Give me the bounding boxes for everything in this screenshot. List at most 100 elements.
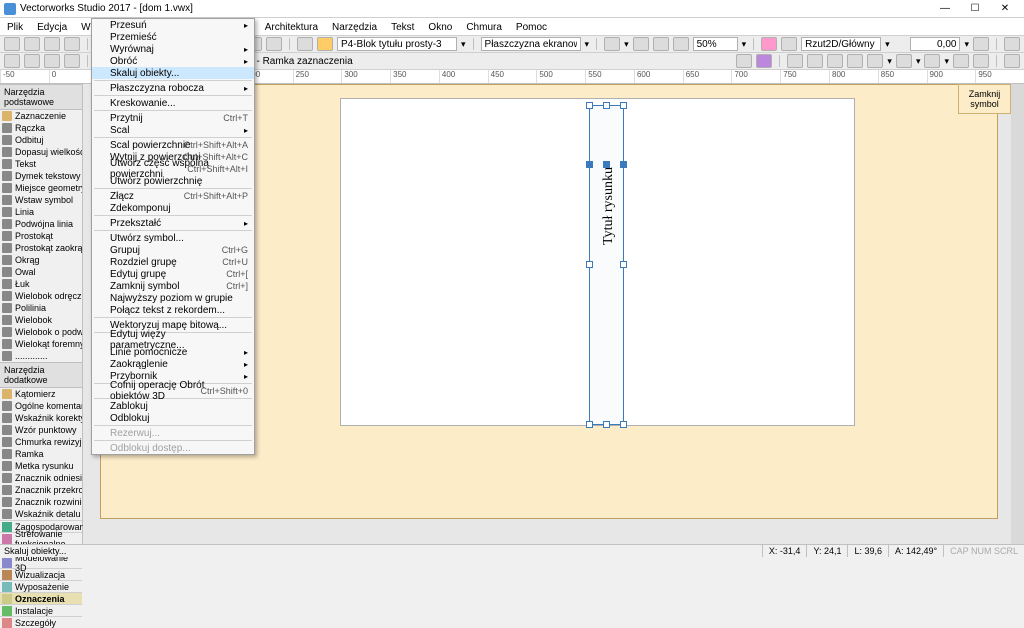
menu-item[interactable]: Przekształć▸ xyxy=(92,217,254,229)
tool-btn[interactable] xyxy=(787,54,803,68)
tool-item[interactable]: Znacznik przekroju/widoku xyxy=(0,484,82,496)
menu-item[interactable]: Płaszczyzna robocza▸ xyxy=(92,82,254,94)
tool-item[interactable]: Zaznaczenie xyxy=(0,110,82,122)
menu-item[interactable]: PrzytnijCtrl+T xyxy=(92,112,254,124)
menu-item[interactable]: Zamknij symbolCtrl+] xyxy=(92,280,254,292)
plane-combo[interactable] xyxy=(481,37,581,51)
document-combo[interactable] xyxy=(337,37,457,51)
menu-item[interactable]: Rozdziel grupęCtrl+U xyxy=(92,256,254,268)
tool-item[interactable]: Wskaźnik detalu xyxy=(0,508,82,520)
tool-item[interactable]: Wstaw symbol xyxy=(0,194,82,206)
tool-item[interactable]: Polilinia xyxy=(0,302,82,314)
tool-btn[interactable] xyxy=(827,54,843,68)
menu-tekst[interactable]: Tekst xyxy=(384,18,421,36)
tool-btn[interactable] xyxy=(24,54,40,68)
menu-plik[interactable]: Plik xyxy=(0,18,30,36)
menu-item[interactable]: Linie pomocnicze▸ xyxy=(92,346,254,358)
tool-item[interactable]: Metka rysunku xyxy=(0,460,82,472)
menu-item[interactable]: GrupujCtrl+G xyxy=(92,244,254,256)
tool-btn[interactable] xyxy=(297,37,313,51)
tool-btn[interactable] xyxy=(761,37,777,51)
tool-item[interactable]: Prostokąt xyxy=(0,230,82,242)
title-block-text[interactable]: Tytuł rysunku xyxy=(601,167,617,245)
maximize-button[interactable]: ☐ xyxy=(960,1,990,17)
tool-item[interactable]: Wzór punktowy xyxy=(0,424,82,436)
tool-btn[interactable] xyxy=(633,37,649,51)
tool-btn[interactable] xyxy=(673,37,689,51)
menu-item[interactable]: Najwyższy poziom w grupie xyxy=(92,292,254,304)
menu-item[interactable]: ZłączCtrl+Shift+Alt+P xyxy=(92,190,254,202)
panel-tab[interactable]: Strefowanie funkcjonalne xyxy=(0,532,82,544)
tool-item[interactable]: Wielokąt foremny xyxy=(0,338,82,350)
menu-item[interactable]: Scal▸ xyxy=(92,124,254,136)
tool-btn[interactable] xyxy=(4,37,20,51)
tool-item[interactable]: Tekst xyxy=(0,158,82,170)
tool-item[interactable]: Wskaźnik korekty xyxy=(0,412,82,424)
tool-btn[interactable] xyxy=(24,37,40,51)
tool-btn[interactable] xyxy=(266,37,282,51)
menu-item[interactable]: Scal powierzchnieCtrl+Shift+Alt+A xyxy=(92,139,254,151)
angle-input[interactable] xyxy=(910,37,960,51)
tool-btn[interactable] xyxy=(973,54,989,68)
tool-btn[interactable] xyxy=(653,37,669,51)
tool-item[interactable]: Znacznik odniesienia xyxy=(0,472,82,484)
tool-item[interactable]: Ramka xyxy=(0,448,82,460)
menu-item[interactable]: Kreskowanie... xyxy=(92,97,254,109)
menu-item[interactable]: Cofnij operację Obrót obiektów 3DCtrl+Sh… xyxy=(92,385,254,397)
tool-item[interactable]: Rączka xyxy=(0,122,82,134)
selection-box[interactable] xyxy=(589,105,624,425)
tool-item[interactable]: ............. xyxy=(0,350,82,362)
menu-item[interactable]: Obróć▸ xyxy=(92,55,254,67)
close-symbol-badge[interactable]: Zamknij symbol xyxy=(958,84,1011,114)
tool-btn[interactable] xyxy=(604,37,620,51)
tool-item[interactable]: Ogólne komentarze xyxy=(0,400,82,412)
panel-tab[interactable]: Wyposażenie xyxy=(0,580,82,592)
tool-item[interactable]: Okrąg xyxy=(0,254,82,266)
tool-item[interactable]: Dopasuj wielkość xyxy=(0,146,82,158)
tool-btn[interactable] xyxy=(756,54,772,68)
menu-item[interactable]: Przemieść xyxy=(92,31,254,43)
right-scroll-area[interactable] xyxy=(1011,84,1024,544)
view-name-combo[interactable] xyxy=(801,37,881,51)
menu-item[interactable]: Utwórz część wspólną powierzchniCtrl+Shi… xyxy=(92,163,254,175)
tool-btn[interactable] xyxy=(736,54,752,68)
menu-item[interactable]: Odblokuj xyxy=(92,412,254,424)
tool-btn[interactable] xyxy=(924,54,940,68)
tool-btn[interactable] xyxy=(44,54,60,68)
menu-item[interactable]: Skaluj obiekty... xyxy=(92,67,254,79)
tool-item[interactable]: Znacznik rozwinięcia ściany xyxy=(0,496,82,508)
panel-tab[interactable]: Instalacje xyxy=(0,604,82,616)
minimize-button[interactable]: — xyxy=(930,1,960,17)
menu-pomoc[interactable]: Pomoc xyxy=(509,18,554,36)
tool-btn[interactable] xyxy=(4,54,20,68)
menu-architektura[interactable]: Architektura xyxy=(258,18,325,36)
tool-btn[interactable] xyxy=(64,54,80,68)
tool-item[interactable]: Łuk xyxy=(0,278,82,290)
menu-item[interactable]: Zaokrąglenie▸ xyxy=(92,358,254,370)
tool-btn[interactable] xyxy=(781,37,797,51)
menu-edycja[interactable]: Edycja xyxy=(30,18,74,36)
tool-item[interactable]: Dymek tekstowy xyxy=(0,170,82,182)
doc-icon[interactable] xyxy=(317,37,333,51)
tool-btn[interactable] xyxy=(1004,37,1020,51)
tool-item[interactable]: Prostokąt zaokrąglony xyxy=(0,242,82,254)
tool-item[interactable]: Podwójna linia xyxy=(0,218,82,230)
tool-item[interactable]: Wielobok odręczny xyxy=(0,290,82,302)
menu-item[interactable]: Przesuń▸ xyxy=(92,19,254,31)
panel-tab[interactable]: Modelowanie 3D xyxy=(0,556,82,568)
tool-item[interactable]: Miejsce geometryczne xyxy=(0,182,82,194)
tool-btn[interactable] xyxy=(847,54,863,68)
tool-item[interactable]: Kątomierz xyxy=(0,388,82,400)
tool-btn[interactable] xyxy=(44,37,60,51)
menu-narzędzia[interactable]: Narzędzia xyxy=(325,18,384,36)
menu-chmura[interactable]: Chmura xyxy=(459,18,509,36)
tool-item[interactable]: Wielobok o podwójnym xyxy=(0,326,82,338)
tool-btn[interactable] xyxy=(973,37,989,51)
zoom-combo[interactable] xyxy=(693,37,738,51)
tool-item[interactable]: Wielobok xyxy=(0,314,82,326)
menu-item[interactable]: Utwórz symbol... xyxy=(92,232,254,244)
menu-item[interactable]: Zdekomponuj xyxy=(92,202,254,214)
panel-tab[interactable]: Szczegóły xyxy=(0,616,82,628)
tool-btn[interactable] xyxy=(896,54,912,68)
close-button[interactable]: ✕ xyxy=(990,1,1020,17)
